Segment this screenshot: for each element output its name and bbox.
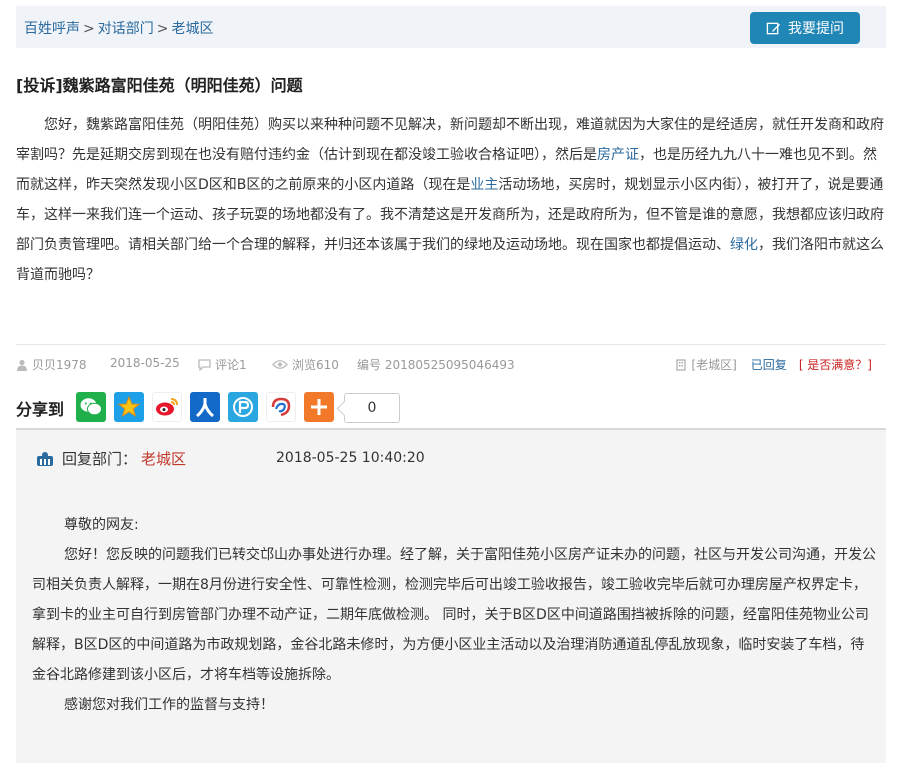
divider xyxy=(16,344,886,345)
post-number: 编号 20180525095046493 xyxy=(357,358,515,372)
reply-text: 您好！您反映的问题我们已转交邙山办事处进行办理。经了解，关于富阳佳苑小区房产证未… xyxy=(32,547,876,683)
breadcrumb-item-district[interactable]: 老城区 xyxy=(171,21,213,37)
reply-greeting: 尊敬的网友: xyxy=(64,517,139,533)
breadcrumb-item-home[interactable]: 百姓呼声 xyxy=(24,21,80,37)
keyword-link-greening[interactable]: 绿化 xyxy=(730,237,758,253)
breadcrumb-separator: > xyxy=(83,21,95,37)
keyword-link-property-cert[interactable]: 房产证 xyxy=(597,147,639,163)
breadcrumb-separator: > xyxy=(156,21,169,37)
reply-status: 已回复 xyxy=(750,358,787,372)
post-meta: 贝贝1978 2018-05-25 评论1 浏览610 编号 201805250… xyxy=(16,354,886,374)
eye-icon xyxy=(272,360,288,369)
reply-box: 回复部门： 老城区 2018-05-25 10:40:20 尊敬的网友: 您好！… xyxy=(16,428,886,763)
views-meta: 浏览610 xyxy=(272,356,339,373)
dept-tag-link[interactable]: [老城区] xyxy=(691,356,736,373)
qzone-icon[interactable] xyxy=(114,392,144,422)
reply-body: 尊敬的网友: 您好！您反映的问题我们已转交邙山办事处进行办理。经了解，关于富阳佳… xyxy=(32,510,878,720)
weibo-icon[interactable] xyxy=(152,392,182,422)
comment-icon xyxy=(198,358,211,371)
breadcrumb-item-departments[interactable]: 对话部门 xyxy=(98,21,154,37)
sina-icon[interactable] xyxy=(266,392,296,422)
wechat-icon[interactable] xyxy=(76,392,106,422)
satisfaction-link[interactable]: [ 是否满意？] xyxy=(799,356,872,373)
ask-question-label: 我要提问 xyxy=(788,21,844,37)
reply-dept-label: 回复部门： xyxy=(62,450,138,468)
comments-count: 评论1 xyxy=(215,358,247,372)
keyword-link-owner[interactable]: 业主 xyxy=(470,177,498,193)
comments-meta[interactable]: 评论1 xyxy=(198,356,247,373)
reply-dept-link[interactable]: 老城区 xyxy=(141,448,186,469)
user-icon xyxy=(17,359,27,371)
department-icon xyxy=(37,451,53,466)
page-title: [投诉]魏紫路富阳佳苑（明阳佳苑）问题 xyxy=(16,76,303,95)
ask-question-button[interactable]: 我要提问 xyxy=(750,12,860,44)
edit-icon xyxy=(766,22,781,34)
author-meta: 贝贝1978 xyxy=(16,356,87,373)
renren-icon[interactable] xyxy=(190,392,220,422)
reply-header: 回复部门： 老城区 xyxy=(36,448,186,469)
breadcrumb-bar: 百姓呼声 > 对话部门 > 老城区 我要提问 xyxy=(16,6,886,48)
post-date: 2018-05-25 xyxy=(110,356,180,370)
post-status: [老城区] 已回复 [ 是否满意？] xyxy=(675,356,872,373)
more-icon[interactable] xyxy=(304,392,334,422)
author-name: 贝贝1978 xyxy=(32,358,87,372)
breadcrumb: 百姓呼声 > 对话部门 > 老城区 xyxy=(24,18,213,38)
pengyou-icon[interactable] xyxy=(228,392,258,422)
views-count: 浏览610 xyxy=(292,358,339,372)
reply-thanks: 感谢您对我们工作的监督与支持！ xyxy=(64,697,274,713)
building-icon xyxy=(676,358,687,371)
reply-time: 2018-05-25 10:40:20 xyxy=(276,450,425,466)
share-count: 0 xyxy=(344,393,400,423)
share-label: 分享到 xyxy=(16,400,65,419)
complaint-content: 您好，魏紫路富阳佳苑（明阳佳苑）购买以来种种问题不见解决，新问题却不断出现，难道… xyxy=(16,110,888,290)
